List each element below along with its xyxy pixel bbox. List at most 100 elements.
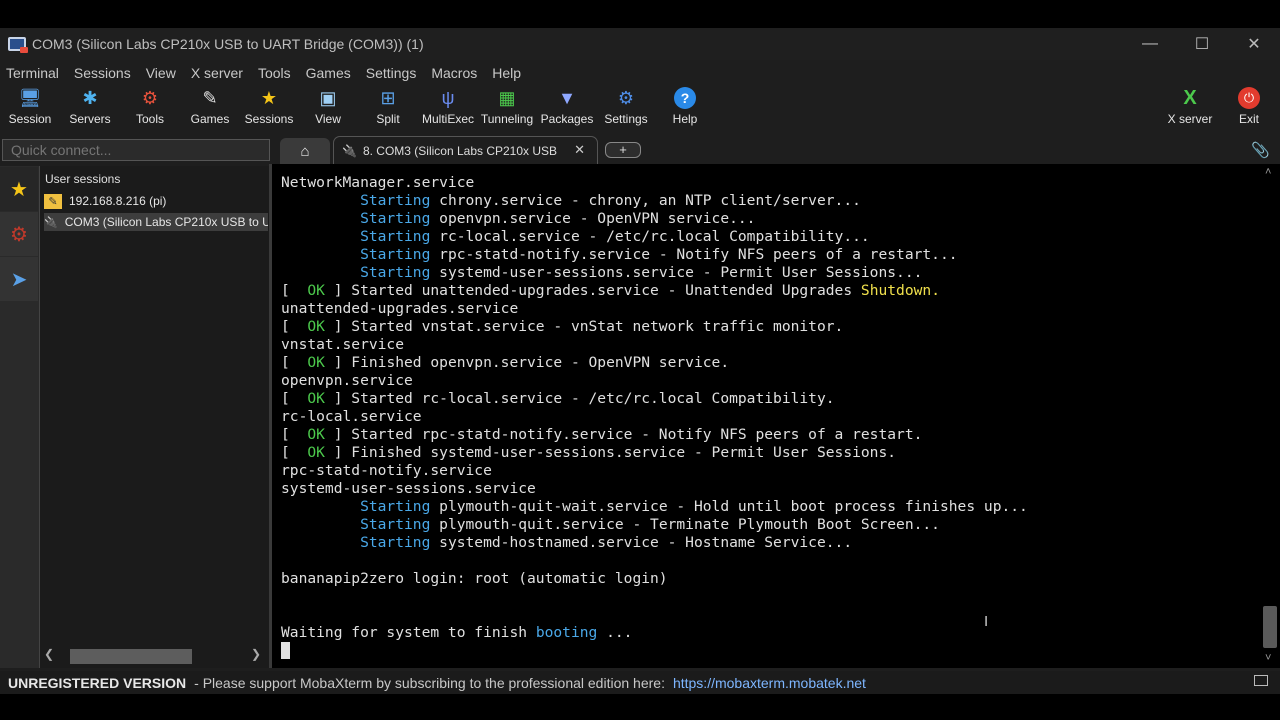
window-title: COM3 (Silicon Labs CP210x USB to UART Br… bbox=[32, 36, 424, 52]
help-button[interactable]: ? Help bbox=[655, 84, 715, 132]
status-bar: UNREGISTERED VERSION - Please support Mo… bbox=[0, 671, 1280, 694]
close-button[interactable]: ✕ bbox=[1228, 28, 1280, 60]
term-line: [ OK ] Finished openvpn.service - OpenVP… bbox=[281, 354, 730, 371]
menu-sessions[interactable]: Sessions bbox=[68, 65, 137, 81]
sessions-side-tab[interactable]: ★ bbox=[0, 167, 38, 211]
multiexec-button[interactable]: ψ MultiExec bbox=[418, 84, 478, 132]
settings-label: Settings bbox=[604, 112, 648, 126]
user-sessions-panel: User sessions ✎ 192.168.8.216 (pi) 🔌 COM… bbox=[40, 166, 269, 668]
session-item-label: COM3 (Silicon Labs CP210x USB to UA bbox=[64, 215, 268, 229]
sessions-horizontal-scrollbar[interactable]: ❮ ❯ bbox=[40, 646, 269, 666]
term-line: Starting plymouth-quit.service - Termina… bbox=[281, 516, 940, 534]
scroll-right-icon[interactable]: ❯ bbox=[251, 647, 261, 661]
games-button[interactable]: ✎ Games bbox=[180, 84, 240, 132]
scroll-left-icon[interactable]: ❮ bbox=[44, 647, 54, 661]
term-line: rc-local.service bbox=[281, 408, 422, 426]
term-text: NetworkManager.service bbox=[281, 174, 475, 191]
scroll-up-icon[interactable]: ˄ bbox=[1265, 166, 1271, 178]
exit-button[interactable]: ⏻ Exit bbox=[1219, 84, 1279, 132]
menu-tools[interactable]: Tools bbox=[252, 65, 297, 81]
minimize-button[interactable]: — bbox=[1124, 28, 1176, 60]
term-text: ... bbox=[597, 624, 633, 641]
menu-macros[interactable]: Macros bbox=[425, 65, 483, 81]
session-button[interactable]: 🖥 Session bbox=[0, 84, 60, 132]
scrollbar-thumb[interactable] bbox=[70, 649, 192, 664]
sessions-button[interactable]: ★ Sessions bbox=[239, 84, 299, 132]
term-line: Starting chrony.service - chrony, an NTP… bbox=[281, 192, 861, 210]
mobaxterm-window: COM3 (Silicon Labs CP210x USB to UART Br… bbox=[0, 28, 1280, 694]
split-icon: ⊞ bbox=[380, 88, 396, 108]
tools-side-tab[interactable]: ⚙ bbox=[0, 212, 38, 256]
menu-games[interactable]: Games bbox=[300, 65, 357, 81]
tab-row: ⌂ 🔌 8. COM3 (Silicon Labs CP210x USB ✕ +… bbox=[0, 136, 1280, 164]
term-text: rc-local.service - /etc/rc.local Compati… bbox=[430, 228, 870, 245]
menu-help[interactable]: Help bbox=[486, 65, 527, 81]
new-tab-button[interactable]: + bbox=[605, 142, 641, 158]
tunneling-button[interactable]: ▦ Tunneling bbox=[477, 84, 537, 132]
term-text: ] Finished openvpn.service - OpenVPN ser… bbox=[324, 354, 730, 371]
macros-side-tab[interactable]: ➤ bbox=[0, 257, 38, 301]
term-text: plymouth-quit-wait.service - Hold until … bbox=[430, 498, 1028, 515]
tab-close-icon[interactable]: ✕ bbox=[574, 142, 585, 158]
view-button[interactable]: ▣ View bbox=[298, 84, 358, 132]
session-item-ssh[interactable]: ✎ 192.168.8.216 (pi) bbox=[44, 192, 268, 210]
quick-connect-input[interactable] bbox=[2, 139, 270, 161]
x-server-icon: X bbox=[1183, 87, 1197, 109]
monitor-icon: 🖥 bbox=[18, 88, 42, 108]
term-text: vnstat.service bbox=[281, 336, 405, 353]
menu-settings[interactable]: Settings bbox=[360, 65, 423, 81]
power-icon: ⏻ bbox=[1238, 87, 1260, 109]
split-label: Split bbox=[376, 112, 400, 126]
term-line: [ OK ] Finished systemd-user-sessions.se… bbox=[281, 444, 897, 461]
terminal-output[interactable]: NetworkManager.service Starting chrony.s… bbox=[272, 164, 1260, 668]
gamepad-icon: ✎ bbox=[202, 88, 218, 108]
monitor-icon[interactable] bbox=[1254, 675, 1268, 686]
session-item-com3[interactable]: 🔌 COM3 (Silicon Labs CP210x USB to UA bbox=[44, 213, 268, 231]
scrollbar-thumb[interactable] bbox=[1263, 606, 1277, 648]
term-starting: Starting bbox=[360, 534, 431, 551]
menu-bar: Terminal Sessions View X server Tools Ga… bbox=[0, 62, 530, 84]
menu-terminal[interactable]: Terminal bbox=[0, 65, 65, 81]
settings-button[interactable]: ⚙ Settings bbox=[596, 84, 656, 132]
term-text: ] Started rpc-statd-notify.service - Not… bbox=[324, 426, 923, 443]
scroll-down-icon[interactable]: ˅ bbox=[1265, 652, 1271, 664]
maximize-button[interactable]: ☐ bbox=[1176, 28, 1228, 60]
term-starting: Starting bbox=[360, 498, 431, 515]
term-text: chrony.service - chrony, an NTP client/s… bbox=[430, 192, 861, 209]
term-line: Waiting for system to finish booting ... bbox=[281, 624, 632, 642]
session-tab[interactable]: 🔌 8. COM3 (Silicon Labs CP210x USB ✕ bbox=[333, 136, 598, 164]
term-text: ] Finished systemd-user-sessions.service… bbox=[324, 444, 897, 461]
term-line: Starting rpc-statd-notify.service - Noti… bbox=[281, 246, 957, 264]
term-text: bananapip2zero login: root (automatic lo… bbox=[281, 570, 668, 587]
gear-icon: ⚙ bbox=[617, 88, 635, 108]
menu-view[interactable]: View bbox=[140, 65, 182, 81]
packages-button[interactable]: ▼ Packages bbox=[537, 84, 597, 132]
servers-button[interactable]: ✱ Servers bbox=[60, 84, 120, 132]
term-line: Starting systemd-user-sessions.service -… bbox=[281, 264, 922, 282]
home-tab[interactable]: ⌂ bbox=[280, 138, 330, 164]
servers-label: Servers bbox=[69, 112, 111, 126]
term-starting: Starting bbox=[360, 246, 431, 263]
term-text: ] Started rc-local.service - /etc/rc.loc… bbox=[324, 390, 835, 407]
tools-label: Tools bbox=[135, 112, 164, 126]
split-button[interactable]: ⊞ Split bbox=[358, 84, 418, 132]
menu-x-server[interactable]: X server bbox=[185, 65, 249, 81]
term-text: rc-local.service bbox=[281, 408, 422, 425]
term-starting: Starting bbox=[360, 264, 431, 281]
term-line: Starting systemd-hostnamed.service - Hos… bbox=[281, 534, 852, 552]
term-starting: Starting bbox=[360, 192, 431, 209]
term-line: [ OK ] Started unattended-upgrades.servi… bbox=[281, 282, 940, 299]
term-starting: Starting bbox=[360, 516, 431, 533]
terminal-vertical-scrollbar[interactable]: ˄ ˅ bbox=[1260, 164, 1280, 668]
paperclip-icon[interactable]: 📎 bbox=[1251, 141, 1270, 159]
term-text: openvpn.service - OpenVPN service... bbox=[430, 210, 756, 227]
tools-button[interactable]: ⚙ Tools bbox=[120, 84, 180, 132]
x-server-button[interactable]: X X server bbox=[1160, 84, 1220, 132]
unregistered-label: UNREGISTERED VERSION bbox=[8, 674, 187, 691]
website-link[interactable]: https://mobaxterm.mobatek.net bbox=[673, 675, 866, 691]
toolbar: 🖥 Session ✱ Servers ⚙ Tools ✎ Games ★ Se… bbox=[0, 84, 1280, 132]
term-text: unattended-upgrades.service bbox=[281, 300, 519, 317]
tools-icon: ⚙ bbox=[10, 223, 28, 246]
term-line: [ OK ] Started rc-local.service - /etc/r… bbox=[281, 390, 835, 407]
home-icon: ⌂ bbox=[300, 142, 310, 160]
